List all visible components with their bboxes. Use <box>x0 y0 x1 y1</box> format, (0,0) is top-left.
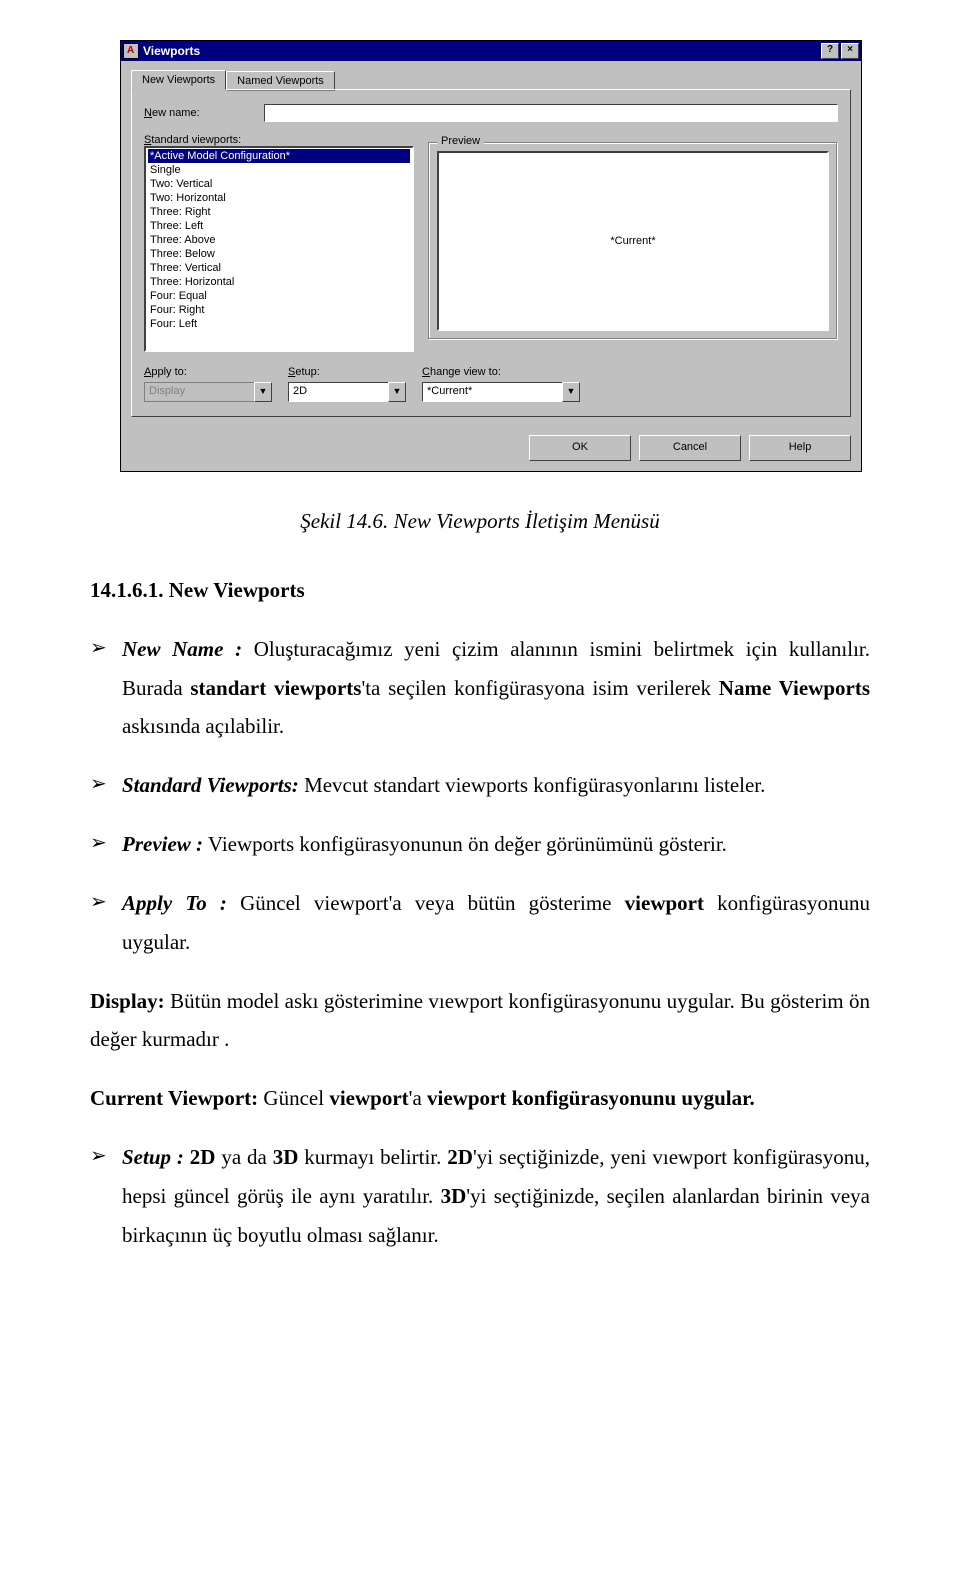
figure-caption: Şekil 14.6. New Viewports İletişim Menüs… <box>90 502 870 541</box>
bullet-new-name: New Name : Oluşturacağımız yeni çizim al… <box>90 630 870 747</box>
bullet-apply-to: Apply To : Güncel viewport'a veya bütün … <box>90 884 870 962</box>
list-item[interactable]: Three: Above <box>148 233 410 247</box>
chevron-down-icon[interactable]: ▼ <box>388 382 406 402</box>
new-name-label: New name: <box>144 107 254 119</box>
tab-named-viewports[interactable]: Named Viewports <box>226 71 335 91</box>
preview-group: Preview *Current* <box>428 142 838 340</box>
term: New Name : <box>122 637 242 661</box>
list-item[interactable]: Three: Vertical <box>148 261 410 275</box>
bullet-preview: Preview : Viewports konfigürasyonunun ön… <box>90 825 870 864</box>
apply-to-value: Display <box>144 382 254 402</box>
bullet-setup: Setup : 2D ya da 3D kurmayı belirtir. 2D… <box>90 1138 870 1255</box>
viewports-dialog: Viewports ? × New Viewports Named Viewpo… <box>120 40 862 472</box>
paragraph-display: Display: Bütün model askı gösterimine vı… <box>90 982 870 1060</box>
paragraph-current: Current Viewport: Güncel viewport'a view… <box>90 1079 870 1118</box>
list-item[interactable]: Four: Equal <box>148 289 410 303</box>
preview-content: *Current* <box>610 235 655 247</box>
term: Setup : <box>122 1145 184 1169</box>
cancel-button[interactable]: Cancel <box>639 435 741 461</box>
apply-to-label: Apply to: <box>144 366 274 378</box>
list-item[interactable]: Four: Right <box>148 303 410 317</box>
standard-viewports-list[interactable]: *Active Model Configuration* Single Two:… <box>144 146 414 352</box>
section-heading: 14.1.6.1. New Viewports <box>90 571 870 610</box>
change-view-label: Change view to: <box>422 366 838 378</box>
list-item[interactable]: *Active Model Configuration* <box>148 149 410 163</box>
tab-panel: New name: Standard viewports: *Active Mo… <box>131 89 851 417</box>
document-body: Şekil 14.6. New Viewports İletişim Menüs… <box>90 502 870 1255</box>
list-item[interactable]: Three: Below <box>148 247 410 261</box>
term: Apply To : <box>122 891 227 915</box>
new-name-input[interactable] <box>264 104 838 122</box>
change-view-combo[interactable]: *Current* ▼ <box>422 382 582 402</box>
standard-viewports-label: Standard viewports: <box>144 134 414 146</box>
titlebar: Viewports ? × <box>121 41 861 61</box>
setup-label: Setup: <box>288 366 408 378</box>
dialog-title: Viewports <box>143 44 821 58</box>
bullet-standard: Standard Viewports: Mevcut standart view… <box>90 766 870 805</box>
help-icon[interactable]: ? <box>821 43 839 59</box>
preview-label: Preview <box>437 135 484 147</box>
list-item[interactable]: Two: Horizontal <box>148 191 410 205</box>
setup-value: 2D <box>288 382 388 402</box>
help-button[interactable]: Help <box>749 435 851 461</box>
term: Preview : <box>122 832 203 856</box>
list-item[interactable]: Four: Left <box>148 317 410 331</box>
ok-button[interactable]: OK <box>529 435 631 461</box>
preview-area: *Current* <box>437 151 829 331</box>
chevron-down-icon[interactable]: ▼ <box>562 382 580 402</box>
list-item[interactable]: Three: Horizontal <box>148 275 410 289</box>
app-icon <box>123 43 139 59</box>
apply-to-combo[interactable]: Display ▼ <box>144 382 274 402</box>
list-item[interactable]: Single <box>148 163 410 177</box>
chevron-down-icon[interactable]: ▼ <box>254 382 272 402</box>
tab-new-viewports[interactable]: New Viewports <box>131 70 226 90</box>
setup-combo[interactable]: 2D ▼ <box>288 382 408 402</box>
list-item[interactable]: Three: Left <box>148 219 410 233</box>
list-item[interactable]: Three: Right <box>148 205 410 219</box>
change-view-value: *Current* <box>422 382 562 402</box>
term: Standard Viewports: <box>122 773 299 797</box>
close-icon[interactable]: × <box>841 43 859 59</box>
dialog-screenshot: Viewports ? × New Viewports Named Viewpo… <box>120 40 870 472</box>
list-item[interactable]: Two: Vertical <box>148 177 410 191</box>
